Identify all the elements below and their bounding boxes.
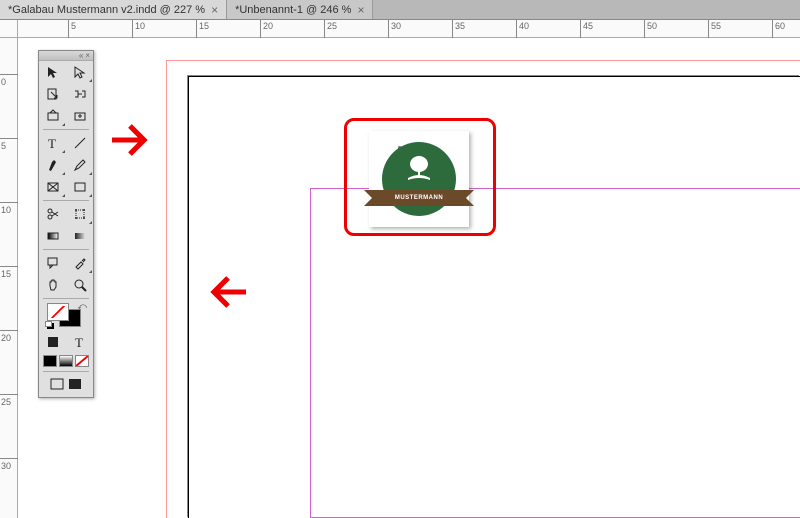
svg-text:T: T (75, 335, 83, 349)
ruler-tick: 60 (772, 20, 785, 38)
type-tool[interactable]: T (39, 132, 66, 154)
ruler-tick: 0 (0, 74, 18, 87)
swap-fill-stroke-icon[interactable]: ⤺ (77, 301, 87, 312)
annotation-arrow-left (206, 272, 250, 315)
rectangle-tool[interactable] (66, 176, 93, 198)
formatting-container-icon[interactable] (39, 331, 66, 353)
default-fill-stroke-icon[interactable] (45, 321, 57, 331)
ruler-tick: 20 (260, 20, 273, 38)
ruler-tick: 20 (0, 330, 18, 343)
gap-tool[interactable] (66, 83, 93, 105)
free-transform-tool[interactable] (66, 203, 93, 225)
apply-color-row (39, 353, 93, 369)
fill-stroke-swatch[interactable]: ⤺ (39, 301, 93, 331)
ruler-tick: 25 (324, 20, 337, 38)
ruler-origin[interactable] (0, 20, 18, 38)
close-icon[interactable]: × (211, 3, 218, 17)
close-icon[interactable]: × (357, 3, 364, 17)
ruler-tick: 25 (0, 394, 18, 407)
ruler-tick: 10 (132, 20, 145, 38)
zoom-tool[interactable] (66, 274, 93, 296)
content-placer-tool[interactable] (66, 105, 93, 127)
ruler-tick: 15 (0, 266, 18, 279)
document-tabs: *Galabau Mustermann v2.indd @ 227 % × *U… (0, 0, 800, 20)
tab-galabau[interactable]: *Galabau Mustermann v2.indd @ 227 % × (0, 0, 227, 19)
annotation-arrow-right (108, 120, 152, 163)
eyedropper-tool[interactable] (66, 252, 93, 274)
pencil-tool[interactable] (66, 154, 93, 176)
ruler-tick: 10 (0, 202, 18, 215)
apply-gradient[interactable] (59, 355, 73, 367)
ruler-tick: 35 (452, 20, 465, 38)
horizontal-ruler[interactable]: 5 10 15 20 25 30 35 40 45 50 55 60 (18, 20, 800, 38)
canvas[interactable]: ✎ MUSTERMANN (18, 38, 800, 518)
tab-label: *Galabau Mustermann v2.indd @ 227 % (8, 4, 205, 16)
page-tool[interactable] (39, 83, 66, 105)
scissors-tool[interactable] (39, 203, 66, 225)
gradient-swatch-tool[interactable] (39, 225, 66, 247)
content-collector-tool[interactable] (39, 105, 66, 127)
gradient-feather-tool[interactable] (66, 225, 93, 247)
svg-text:T: T (48, 136, 56, 150)
view-mode-normal-icon[interactable] (50, 378, 64, 393)
close-icon[interactable]: × (85, 51, 90, 60)
ruler-tick: 5 (68, 20, 76, 38)
tab-label: *Unbenannt-1 @ 246 % (235, 4, 351, 16)
logo-graphic: MUSTERMANN (382, 142, 456, 216)
panel-header[interactable]: « × (39, 51, 93, 61)
vertical-ruler[interactable]: 0 5 10 15 20 25 30 (0, 38, 18, 518)
apply-none[interactable] (75, 355, 89, 367)
annotation-highlight-box: ✎ MUSTERMANN (344, 118, 496, 236)
formatting-text-icon[interactable]: T (66, 331, 93, 353)
ruler-tick: 50 (644, 20, 657, 38)
logo-ribbon: MUSTERMANN (374, 190, 464, 206)
margin-guide (310, 188, 800, 518)
placed-image-frame[interactable]: ✎ MUSTERMANN (369, 131, 469, 227)
ruler-tick: 45 (580, 20, 593, 38)
ruler-tick: 55 (708, 20, 721, 38)
ruler-tick: 5 (0, 138, 18, 151)
selection-tool[interactable] (39, 61, 66, 83)
ruler-tick: 15 (196, 20, 209, 38)
pen-tool[interactable] (39, 154, 66, 176)
apply-color[interactable] (43, 355, 57, 367)
view-mode-preview-icon[interactable] (68, 378, 82, 393)
tree-icon (402, 154, 436, 191)
ruler-tick: 40 (516, 20, 529, 38)
rectangle-frame-tool[interactable] (39, 176, 66, 198)
collapse-icon[interactable]: « (79, 51, 83, 60)
ruler-tick: 30 (0, 458, 18, 471)
hand-tool[interactable] (39, 274, 66, 296)
line-tool[interactable] (66, 132, 93, 154)
tools-panel[interactable]: « × T ⤺ T (38, 50, 94, 398)
ruler-tick: 30 (388, 20, 401, 38)
tab-unbenannt[interactable]: *Unbenannt-1 @ 246 % × (227, 0, 373, 19)
direct-selection-tool[interactable] (66, 61, 93, 83)
fill-swatch[interactable] (47, 303, 69, 321)
note-tool[interactable] (39, 252, 66, 274)
